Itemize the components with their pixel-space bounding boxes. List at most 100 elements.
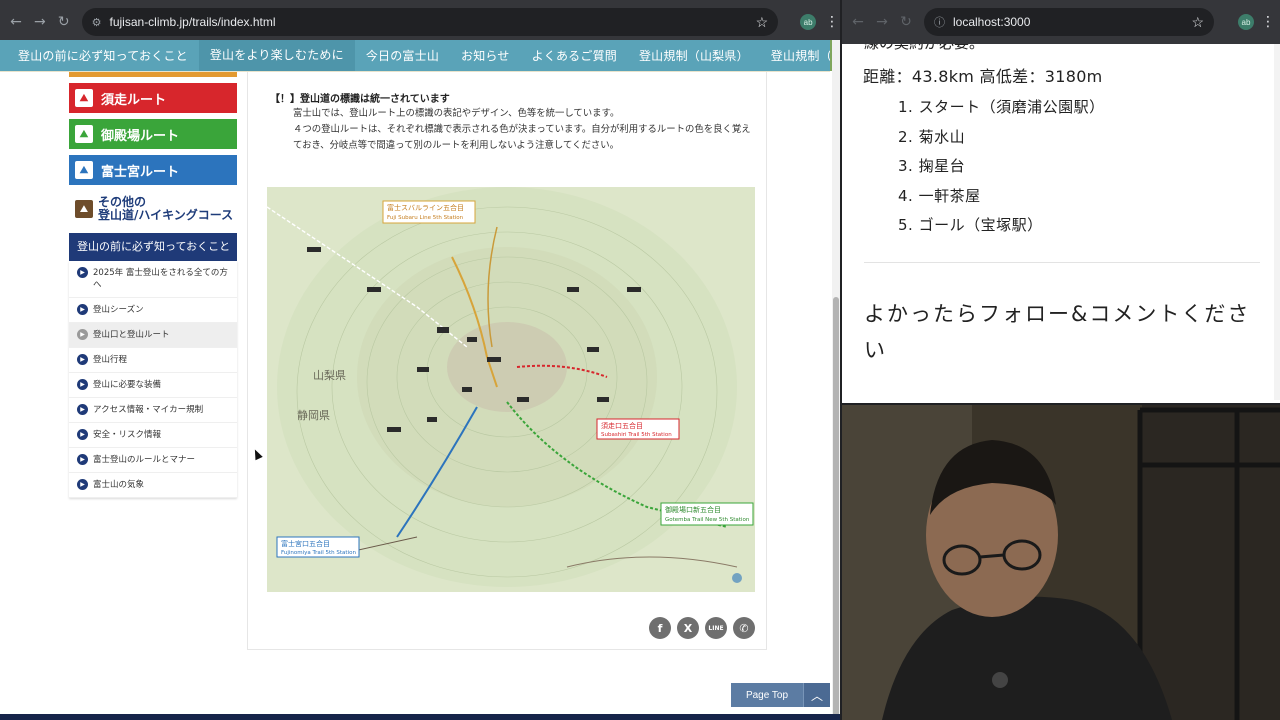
sidebar-item-weather[interactable]: ▶ 富士山の気象 xyxy=(69,473,237,498)
route-step-3: 3. 掬星台 xyxy=(898,157,966,175)
arrow-circle-icon: ▶ xyxy=(77,267,88,278)
route-other-button[interactable]: ⛰ その他の 登山道/ハイキングコース xyxy=(69,191,237,227)
profile-avatar-icon[interactable]: ab xyxy=(1238,14,1254,30)
map-label-fujinomiya-en: Fujinomiya Trail 5th Station xyxy=(281,550,356,556)
sidebar-item-label: 登山シーズン xyxy=(93,305,144,315)
address-bar[interactable]: ⓘ localhost:3000 ☆ xyxy=(924,8,1214,36)
nav-today-fuji[interactable]: 今日の富士山 xyxy=(355,47,450,64)
profile-avatar-icon[interactable]: ab xyxy=(800,14,817,30)
route-fujinomiya-button[interactable]: ⛰ 富士宮ルート xyxy=(69,155,237,185)
sidebar: ⛰ 須走ルート ⛰ 御殿場ルート ⛰ 富士宮ルート ⛰ その他の 登山道/ハイキ… xyxy=(69,72,237,498)
left-browser-window: ← → ↻ ⚙ fujisan-climb.jp/trails/index.ht… xyxy=(0,0,840,720)
arrow-circle-icon: ▶ xyxy=(77,429,88,440)
chevron-up-icon: ︿ xyxy=(803,683,830,707)
sidebar-item-rules[interactable]: ▶ 富士登山のルールとマナー xyxy=(69,448,237,473)
map-label-subaru-jp: 富士スバルライン五合目 xyxy=(387,203,464,212)
map-label-subashiri-jp: 須走口五合目 xyxy=(601,421,643,430)
webcam-feed xyxy=(842,405,1280,720)
sidebar-item-safety[interactable]: ▶ 安全・リスク情報 xyxy=(69,423,237,448)
bookmark-star-icon[interactable]: ☆ xyxy=(756,14,769,31)
notice-paragraph-1: 富士山では、登山ルート上の標識の表記やデザイン、色等を統一しています。 xyxy=(293,108,620,119)
sidebar-item-label: 登山に必要な装備 xyxy=(93,380,162,390)
route-fujinomiya-label: 富士宮ルート xyxy=(101,164,180,180)
notice-paragraph-2: ４つの登山ルートは、それぞれ標識で表示される色が決まっています。自分が利用するル… xyxy=(293,124,751,151)
map-label-subaru-en: Fuji Subaru Line 5th Station xyxy=(387,215,464,221)
sidebar-item-label: 2025年 富士登山をされる全ての方へ xyxy=(93,268,228,290)
back-icon[interactable]: ← xyxy=(846,14,870,30)
sidebar-item-label: 富士山の気象 xyxy=(93,480,145,490)
sidebar-item-label: アクセス情報・マイカー規制 xyxy=(93,405,204,415)
route-button-partial[interactable] xyxy=(69,72,237,77)
whatsapp-share-icon[interactable]: ✆ xyxy=(733,617,755,639)
trail-map-image[interactable]: 富士スバルライン五合目 Fuji Subaru Line 5th Station… xyxy=(267,187,755,592)
info-icon[interactable]: ⓘ xyxy=(934,14,945,30)
sidebar-item-trails[interactable]: ▶ 登山口と登山ルート xyxy=(69,323,237,348)
sidebar-heading: 登山の前に必ず知っておくこと xyxy=(69,233,237,261)
sidebar-item-itinerary[interactable]: ▶ 登山行程 xyxy=(69,348,237,373)
left-scrollbar[interactable] xyxy=(832,40,840,720)
route-step-5: 5. ゴール（宝塚駅） xyxy=(898,216,1043,234)
route-step-1: 1. スタート（須磨浦公園駅） xyxy=(898,98,1105,116)
arrow-circle-icon: ▶ xyxy=(77,329,88,340)
nav-before-climbing[interactable]: 登山の前に必ず知っておくこと xyxy=(0,47,199,64)
arrow-circle-icon: ▶ xyxy=(77,479,88,490)
follow-cta: よかったらフォロー&コメントください xyxy=(864,302,1251,362)
trail-map-graphic: 富士スバルライン五合目 Fuji Subaru Line 5th Station… xyxy=(267,187,755,592)
facebook-share-icon[interactable]: f xyxy=(649,617,671,639)
nav-regulation-yamanashi[interactable]: 登山規制（山梨県） xyxy=(628,47,760,64)
scrollbar-thumb[interactable] xyxy=(833,297,839,720)
route-gotemba-button[interactable]: ⛰ 御殿場ルート xyxy=(69,119,237,149)
sidebar-item-equipment[interactable]: ▶ 登山に必要な装備 xyxy=(69,373,237,398)
sidebar-item-2025-notice[interactable]: ▶ 2025年 富士登山をされる全ての方へ xyxy=(69,261,237,298)
right-browser-window: 線の契約が必要。 距離：43.8km 高低差：3180m 1. スタート（須磨浦… xyxy=(842,0,1280,403)
route-subashiri-button[interactable]: ⛰ 須走ルート xyxy=(69,83,237,113)
reload-icon[interactable]: ↻ xyxy=(894,14,918,30)
forward-icon[interactable]: → xyxy=(870,14,894,30)
climber-icon: ⛰ xyxy=(75,125,93,143)
map-label-fujinomiya-jp: 富士宮口五合目 xyxy=(281,539,330,548)
address-bar[interactable]: ⚙ fujisan-climb.jp/trails/index.html ☆ xyxy=(81,8,779,36)
right-browser-toolbar: ← → ↻ ⓘ localhost:3000 ☆ ab ⋮ xyxy=(842,0,1280,44)
nav-news[interactable]: お知らせ xyxy=(450,47,521,64)
climber-icon: ⛰ xyxy=(75,89,93,107)
route-gotemba-label: 御殿場ルート xyxy=(101,128,180,144)
sidebar-item-access[interactable]: ▶ アクセス情報・マイカー規制 xyxy=(69,398,237,423)
sidebar-item-label: 富士登山のルールとマナー xyxy=(93,455,196,465)
nav-regulation-shizuoka[interactable]: 登山規制（静岡県） xyxy=(760,47,840,64)
map-label-yamanashi: 山梨県 xyxy=(313,368,346,382)
route-step-4: 4. 一軒茶屋 xyxy=(898,186,981,205)
site-info-icon[interactable]: ⚙ xyxy=(92,16,102,29)
left-browser-toolbar: ← → ↻ ⚙ fujisan-climb.jp/trails/index.ht… xyxy=(0,0,840,44)
back-icon[interactable]: ← xyxy=(4,14,28,30)
sidebar-item-season[interactable]: ▶ 登山シーズン xyxy=(69,298,237,323)
sidebar-item-label: 登山行程 xyxy=(93,355,128,365)
arrow-circle-icon: ▶ xyxy=(77,404,88,415)
page-top-label: Page Top xyxy=(745,689,789,701)
address-url: localhost:3000 xyxy=(953,15,1031,29)
map-label-shizuoka: 静岡県 xyxy=(297,408,330,422)
menu-kebab-icon[interactable]: ⋮ xyxy=(1260,14,1276,30)
sidebar-item-label: 安全・リスク情報 xyxy=(93,430,162,440)
route-steps-list: 1. スタート（須磨浦公園駅） 2. 菊水山 3. 掬星台 4. 一軒茶屋 5.… xyxy=(898,94,1105,242)
nav-faq[interactable]: よくあるご質問 xyxy=(521,47,628,64)
notice-title: 【！】登山道の標識は統一されています xyxy=(270,94,450,105)
nav-enjoy-climbing[interactable]: 登山をより楽しむために xyxy=(198,40,355,71)
line-share-icon[interactable]: LINE xyxy=(705,617,727,639)
menu-kebab-icon[interactable]: ⋮ xyxy=(824,14,840,30)
forward-icon[interactable]: → xyxy=(28,14,52,30)
x-share-icon[interactable]: X xyxy=(677,617,699,639)
reload-icon[interactable]: ↻ xyxy=(52,14,76,30)
route-step-2: 2. 菊水山 xyxy=(898,127,966,146)
sidebar-menu: ▶ 2025年 富士登山をされる全ての方へ ▶ 登山シーズン ▶ 登山口と登山ルート … xyxy=(69,261,237,498)
route-distance: 距離：43.8km 高低差：3180m xyxy=(863,67,1103,86)
map-label-gotemba-jp: 御殿場口新五合目 xyxy=(665,505,721,514)
notice-body: 富士山では、登山ルート上の標識の表記やデザイン、色等を統一しています。 ４つの登… xyxy=(293,106,755,154)
arrow-circle-icon: ▶ xyxy=(77,354,88,365)
arrow-circle-icon: ▶ xyxy=(77,304,88,315)
address-url: fujisan-climb.jp/trails/index.html xyxy=(109,15,276,29)
page-top-button[interactable]: Page Top ︿ xyxy=(731,683,830,707)
bookmark-star-icon[interactable]: ☆ xyxy=(1191,14,1204,31)
map-label-subashiri-en: Subashiri Trail 5th Station xyxy=(601,432,672,438)
right-scrollbar[interactable] xyxy=(1274,40,1280,400)
climber-icon: ⛰ xyxy=(75,161,93,179)
